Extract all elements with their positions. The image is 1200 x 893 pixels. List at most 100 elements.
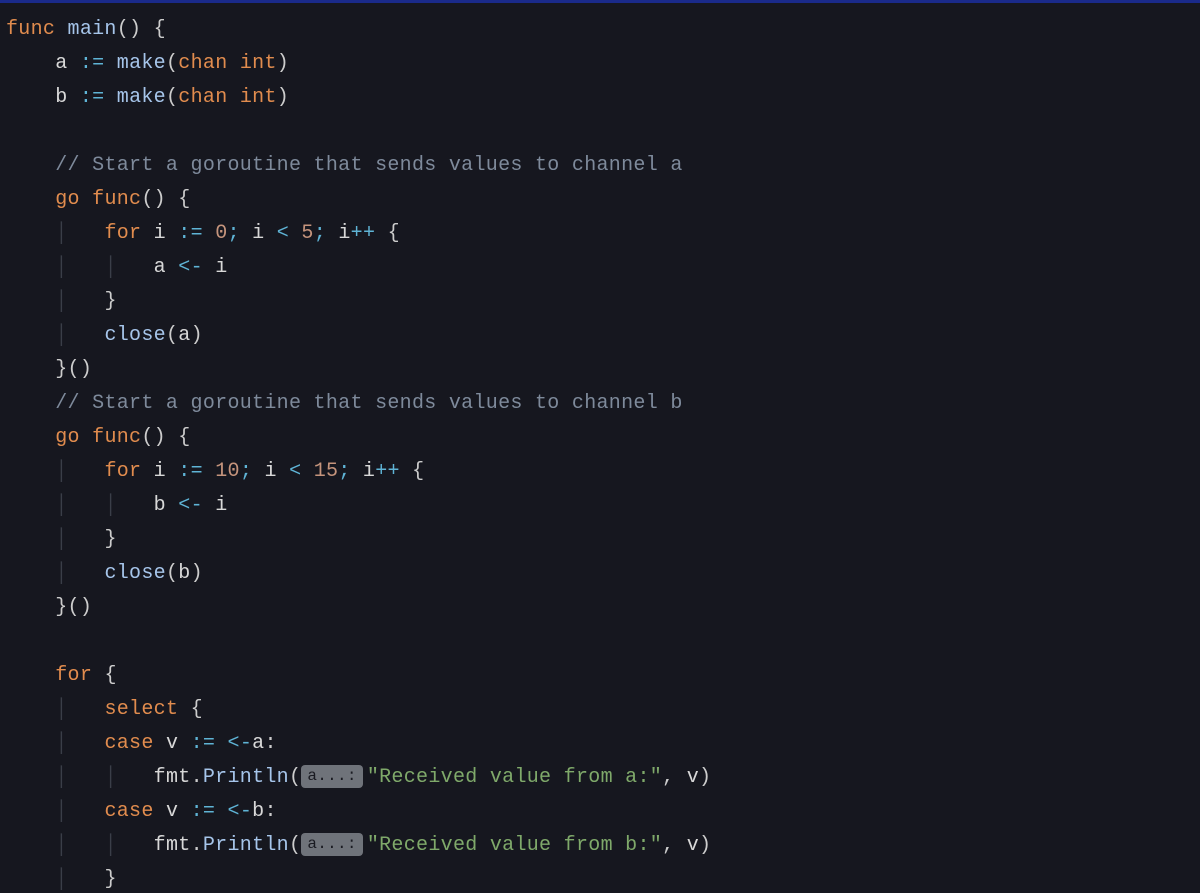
builtin: close	[104, 562, 166, 585]
identifier: a	[154, 256, 166, 279]
punct: ,	[662, 834, 674, 857]
code-line[interactable]: }()	[6, 353, 1200, 387]
code-line[interactable]: go func() {	[6, 183, 1200, 217]
punct: )	[699, 834, 711, 857]
code-line[interactable]: │ │ a <- i	[6, 251, 1200, 285]
code-line[interactable]: // Start a goroutine that sends values t…	[6, 149, 1200, 183]
code-line[interactable]: │ close(b)	[6, 557, 1200, 591]
punct: ,	[662, 766, 674, 789]
code-line[interactable]: }()	[6, 591, 1200, 625]
punct: ()	[68, 358, 93, 381]
identifier: i	[215, 494, 227, 517]
code-line[interactable]: │ }	[6, 863, 1200, 893]
code-line[interactable]: for {	[6, 659, 1200, 693]
identifier: fmt	[154, 766, 191, 789]
identifier: b	[252, 800, 264, 823]
indent-guide: │	[55, 460, 67, 483]
indent-guide: │	[55, 834, 67, 857]
keyword: go	[55, 188, 80, 211]
builtin: make	[117, 86, 166, 109]
type: int	[240, 52, 277, 75]
operator: ++	[351, 222, 376, 245]
indent-guide: │	[55, 698, 67, 721]
operator: <	[289, 460, 301, 483]
identifier: i	[154, 460, 166, 483]
operator: <	[277, 222, 289, 245]
punct: :	[264, 732, 276, 755]
brace: {	[178, 426, 190, 449]
brace: {	[154, 18, 166, 41]
identifier: b	[154, 494, 166, 517]
punct: )	[191, 562, 203, 585]
brace: {	[178, 188, 190, 211]
code-line[interactable]: go func() {	[6, 421, 1200, 455]
identifier: fmt	[154, 834, 191, 857]
code-line[interactable]: │ }	[6, 285, 1200, 319]
indent-guide: │	[55, 256, 67, 279]
brace: }	[104, 868, 116, 891]
code-line[interactable]: │ case v := <-b:	[6, 795, 1200, 829]
indent-guide: │	[55, 324, 67, 347]
operator: ;	[228, 222, 240, 245]
code-line[interactable]: │ close(a)	[6, 319, 1200, 353]
inlay-hint: a...:	[301, 765, 363, 788]
identifier: a	[252, 732, 264, 755]
operator: :=	[191, 732, 216, 755]
punct: .	[191, 766, 203, 789]
operator: :=	[191, 800, 216, 823]
indent-guide: │	[55, 222, 67, 245]
code-line[interactable]: │ }	[6, 523, 1200, 557]
keyword: case	[104, 800, 153, 823]
indent-guide: │	[55, 290, 67, 313]
operator: ;	[240, 460, 252, 483]
identifier: a	[178, 324, 190, 347]
keyword: for	[104, 460, 141, 483]
punct: .	[191, 834, 203, 857]
brace: {	[104, 664, 116, 687]
number: 10	[215, 460, 240, 483]
string: "Received value from b:"	[367, 834, 662, 857]
indent-guide: │	[55, 800, 67, 823]
operator: :=	[80, 52, 105, 75]
code-line[interactable]: // Start a goroutine that sends values t…	[6, 387, 1200, 421]
indent-guide: │	[104, 834, 116, 857]
code-line[interactable]: func main() {	[6, 13, 1200, 47]
identifier: i	[215, 256, 227, 279]
keyword: go	[55, 426, 80, 449]
identifier: i	[338, 222, 350, 245]
code-line[interactable]: │ │ fmt.Println(a...:"Received value fro…	[6, 829, 1200, 863]
punct: )	[699, 766, 711, 789]
punct: )	[277, 86, 289, 109]
indent-guide: │	[55, 562, 67, 585]
punct: ()	[141, 426, 166, 449]
code-line[interactable]: │ for i := 0; i < 5; i++ {	[6, 217, 1200, 251]
keyword: for	[55, 664, 92, 687]
code-line[interactable]: │ │ b <- i	[6, 489, 1200, 523]
keyword: for	[104, 222, 141, 245]
code-line[interactable]: │ │ fmt.Println(a...:"Received value fro…	[6, 761, 1200, 795]
operator: <-	[178, 494, 203, 517]
code-line-blank[interactable]	[6, 115, 1200, 149]
identifier: i	[154, 222, 166, 245]
code-line[interactable]: │ select {	[6, 693, 1200, 727]
keyword: func	[92, 426, 141, 449]
identifier: i	[264, 460, 276, 483]
comment: // Start a goroutine that sends values t…	[55, 154, 682, 177]
punct: (	[289, 766, 301, 789]
punct: :	[264, 800, 276, 823]
identifier: b	[55, 86, 67, 109]
code-line[interactable]: │ case v := <-a:	[6, 727, 1200, 761]
code-editor[interactable]: func main() { a := make(chan int) b := m…	[0, 3, 1200, 893]
code-line[interactable]: b := make(chan int)	[6, 81, 1200, 115]
string: "Received value from a:"	[367, 766, 662, 789]
keyword: func	[6, 18, 55, 41]
keyword: case	[104, 732, 153, 755]
code-line[interactable]: a := make(chan int)	[6, 47, 1200, 81]
operator: <-	[228, 800, 253, 823]
comment: // Start a goroutine that sends values t…	[55, 392, 682, 415]
operator: <-	[178, 256, 203, 279]
code-line[interactable]: │ for i := 10; i < 15; i++ {	[6, 455, 1200, 489]
code-line-blank[interactable]	[6, 625, 1200, 659]
number: 0	[215, 222, 227, 245]
identifier: v	[687, 766, 699, 789]
